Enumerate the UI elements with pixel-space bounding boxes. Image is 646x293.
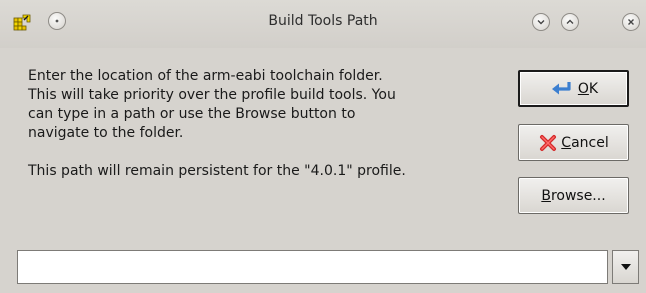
persistent-note: This path will remain persistent for the… bbox=[28, 163, 406, 179]
browse-label: Browse... bbox=[541, 187, 606, 204]
maximize-button[interactable] bbox=[561, 13, 579, 31]
triangle-down-icon bbox=[620, 264, 631, 270]
chevron-up-icon bbox=[566, 19, 574, 24]
message-text: Enter the location of the arm-eabi toolc… bbox=[28, 67, 498, 181]
minimize-button[interactable] bbox=[532, 13, 550, 31]
ok-button[interactable]: OK bbox=[518, 70, 629, 107]
message-line: can type in a path or use the Browse but… bbox=[28, 106, 356, 122]
instructions-paragraph: Enter the location of the arm-eabi toolc… bbox=[28, 67, 498, 143]
red-x-icon bbox=[538, 133, 558, 153]
close-button[interactable] bbox=[622, 13, 640, 31]
path-dropdown-button[interactable] bbox=[612, 250, 639, 284]
cancel-button[interactable]: Cancel bbox=[518, 124, 629, 161]
title-bar[interactable]: Build Tools Path bbox=[0, 0, 646, 48]
enter-arrow-icon bbox=[549, 80, 575, 98]
path-input[interactable] bbox=[17, 250, 608, 284]
message-line: navigate to the folder. bbox=[28, 125, 184, 141]
dialog-window: Build Tools Path Enter the location of t… bbox=[0, 0, 646, 293]
browse-button[interactable]: Browse... bbox=[518, 177, 629, 214]
close-icon bbox=[628, 19, 634, 25]
message-line: This will take priority over the profile… bbox=[28, 87, 396, 103]
ok-label: OK bbox=[577, 80, 599, 97]
chevron-down-icon bbox=[537, 20, 545, 25]
message-line: Enter the location of the arm-eabi toolc… bbox=[28, 68, 383, 84]
cancel-label: Cancel bbox=[561, 134, 609, 151]
